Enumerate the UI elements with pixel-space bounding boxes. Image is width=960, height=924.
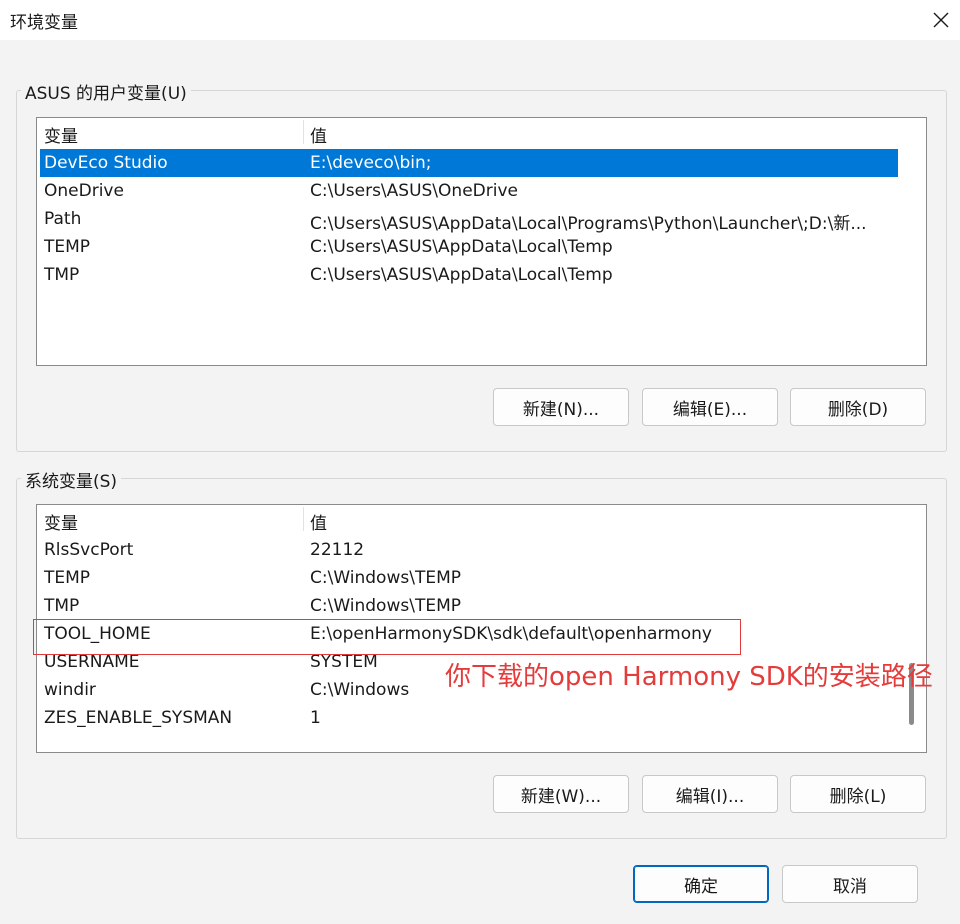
title-bar: 环境变量	[0, 0, 960, 40]
table-row[interactable]: DevEco Studio E:\deveco\bin;	[40, 149, 898, 177]
var-name: OneDrive	[44, 181, 124, 201]
var-name: TMP	[44, 596, 80, 616]
var-value: 1	[310, 708, 321, 728]
annotation-highlight-box	[33, 619, 741, 655]
user-delete-button[interactable]: 删除(D)	[790, 388, 926, 426]
var-name: ZES_ENABLE_SYSMAN	[44, 708, 233, 728]
column-divider[interactable]	[303, 120, 304, 144]
column-header-value[interactable]: 值	[310, 122, 327, 147]
table-row[interactable]: TEMP C:\Users\ASUS\AppData\Local\Temp	[40, 233, 898, 261]
user-vars-list[interactable]: 变量 值 DevEco Studio E:\deveco\bin; OneDri…	[36, 117, 927, 366]
user-edit-button[interactable]: 编辑(E)...	[642, 388, 778, 426]
user-new-button[interactable]: 新建(N)...	[493, 388, 629, 426]
user-vars-header: 变量 值	[37, 118, 926, 147]
system-new-button[interactable]: 新建(W)...	[493, 775, 629, 813]
table-row[interactable]: ZES_ENABLE_SYSMAN 1	[40, 704, 898, 732]
system-vars-legend: 系统变量(S)	[21, 467, 122, 492]
var-value: C:\Users\ASUS\AppData\Local\Temp	[310, 265, 613, 285]
column-header-value[interactable]: 值	[310, 509, 327, 534]
table-row[interactable]: TMP C:\Users\ASUS\AppData\Local\Temp	[40, 261, 898, 289]
close-icon	[933, 12, 949, 28]
var-value: E:\deveco\bin;	[310, 153, 432, 173]
table-row[interactable]: OneDrive C:\Users\ASUS\OneDrive	[40, 177, 898, 205]
column-header-name[interactable]: 变量	[44, 509, 78, 534]
table-row[interactable]: TEMP C:\Windows\TEMP	[40, 564, 898, 592]
var-name: USERNAME	[44, 652, 140, 672]
annotation-text: 你下载的open Harmony SDK的安装路径	[445, 662, 933, 692]
system-vars-header: 变量 值	[37, 505, 926, 534]
table-row[interactable]: Path C:\Users\ASUS\AppData\Local\Program…	[40, 205, 898, 234]
column-header-name[interactable]: 变量	[44, 122, 78, 147]
close-button[interactable]	[925, 4, 957, 36]
var-value: C:\Users\ASUS\AppData\Local\Temp	[310, 237, 613, 257]
system-edit-button[interactable]: 编辑(I)...	[642, 775, 778, 813]
ok-button[interactable]: 确定	[633, 865, 769, 903]
column-divider[interactable]	[303, 507, 304, 531]
var-value: 22112	[310, 540, 365, 560]
var-name: windir	[44, 680, 96, 700]
var-name: TEMP	[44, 568, 91, 588]
var-value: C:\Windows\TEMP	[310, 596, 461, 616]
var-value: C:\Users\ASUS\OneDrive	[310, 181, 518, 201]
var-value: C:\Windows	[310, 680, 410, 700]
system-vars-scrollbar[interactable]	[899, 505, 925, 752]
var-name: TMP	[44, 265, 80, 285]
table-row[interactable]: TMP C:\Windows\TEMP	[40, 592, 898, 620]
var-name: DevEco Studio	[44, 153, 168, 173]
var-name: TEMP	[44, 237, 91, 257]
system-delete-button[interactable]: 删除(L)	[790, 775, 926, 813]
cancel-button[interactable]: 取消	[782, 865, 918, 903]
var-value: C:\Users\ASUS\AppData\Local\Programs\Pyt…	[310, 214, 867, 234]
var-value: C:\Windows\TEMP	[310, 568, 461, 588]
var-name: Path	[44, 209, 82, 229]
user-vars-scrollbar[interactable]	[899, 118, 925, 365]
user-vars-legend: ASUS 的用户变量(U)	[21, 79, 191, 104]
table-row[interactable]: RlsSvcPort 22112	[40, 536, 898, 564]
window-title: 环境变量	[10, 13, 78, 33]
var-value: SYSTEM	[310, 652, 378, 672]
var-name: RlsSvcPort	[44, 540, 134, 560]
